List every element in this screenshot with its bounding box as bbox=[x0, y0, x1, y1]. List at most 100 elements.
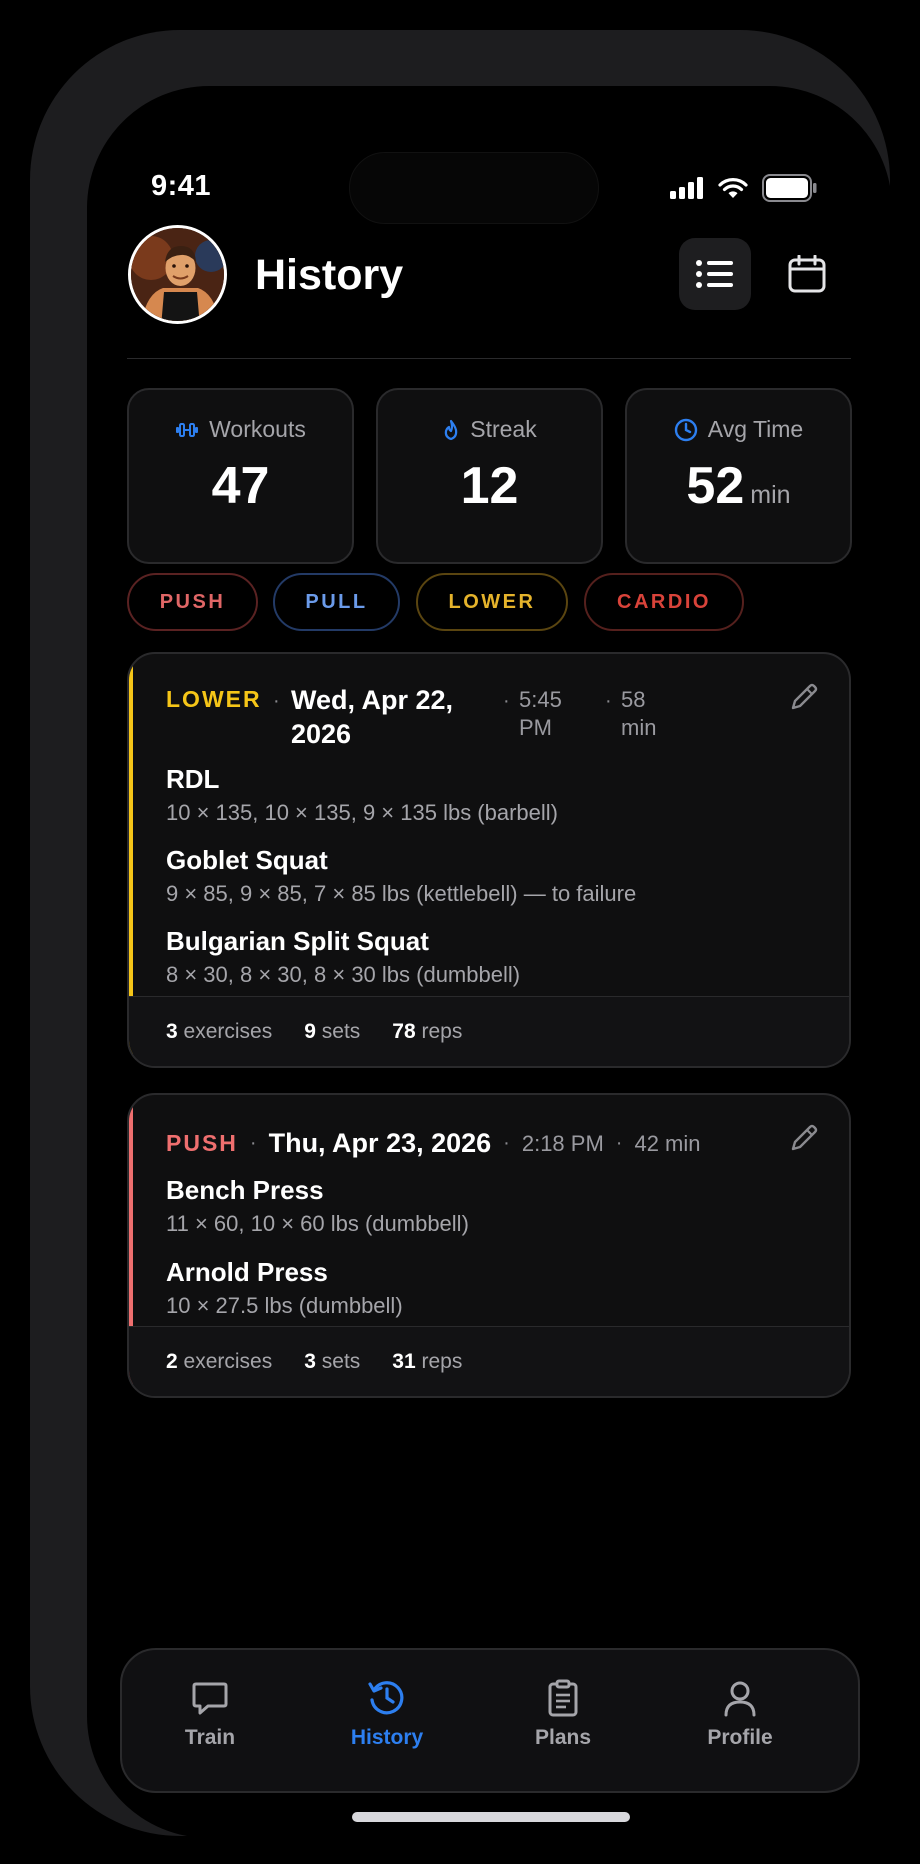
header-divider bbox=[127, 358, 851, 359]
separator-dot: · bbox=[605, 690, 612, 712]
filter-chip-pull[interactable]: PULL bbox=[273, 573, 400, 631]
separator-dot: · bbox=[503, 1132, 510, 1154]
workout-duration-line: min bbox=[621, 715, 657, 740]
stat-card-streak: Streak 12 bbox=[376, 388, 603, 564]
workout-duration: 42 min bbox=[634, 1130, 701, 1156]
summary-count: 3 bbox=[166, 1019, 178, 1043]
summary-count: 2 bbox=[166, 1349, 178, 1373]
filter-chip-lower[interactable]: LOWER bbox=[416, 573, 568, 631]
filter-chip-cardio[interactable]: CARDIO bbox=[584, 573, 744, 631]
stat-label: Avg Time bbox=[707, 416, 804, 442]
separator-dot: · bbox=[273, 690, 280, 712]
summary-label: reps bbox=[421, 1349, 463, 1373]
workout-tag: LOWER bbox=[166, 686, 262, 713]
stat-value: 12 bbox=[460, 457, 519, 515]
summary-count: 9 bbox=[304, 1019, 316, 1043]
summary-reps: 78 reps bbox=[392, 1020, 462, 1044]
dumbbell-icon bbox=[176, 422, 199, 437]
separator-dot: · bbox=[615, 1132, 623, 1154]
exercise-name: RDL bbox=[166, 764, 220, 794]
stat-card-avg-time: Avg Time 52 min bbox=[625, 388, 852, 564]
pencil-icon bbox=[791, 1124, 818, 1151]
separator-dot: · bbox=[249, 1132, 257, 1154]
summary-label: exercises bbox=[183, 1349, 273, 1373]
workout-date-line: 2026 bbox=[291, 719, 352, 749]
stat-label: Workouts bbox=[209, 416, 306, 442]
home-indicator bbox=[352, 1812, 630, 1822]
workout-summary: 2 exercises 3 sets 31 reps bbox=[129, 1326, 849, 1396]
tab-label: Plans bbox=[534, 1726, 592, 1749]
list-view-button[interactable] bbox=[679, 238, 751, 310]
exercise-detail: 10 × 27.5 lbs (dumbbell) bbox=[166, 1293, 403, 1318]
workout-tag-label: LOWER bbox=[166, 686, 262, 712]
exercise-name: Bulgarian Split Squat bbox=[166, 926, 429, 956]
filter-chip-push[interactable]: PUSH bbox=[127, 573, 258, 631]
workout-time: 2:18 PM bbox=[521, 1130, 604, 1156]
tab-bar: Train History Plans Profile bbox=[120, 1648, 860, 1793]
workout-card[interactable]: LOWER · Wed, Apr 22, 2026 · 5:45 PM · 58… bbox=[127, 652, 851, 1068]
chat-icon bbox=[192, 1682, 228, 1715]
workout-time-line: 5:45 bbox=[519, 687, 562, 712]
calendar-icon bbox=[788, 255, 826, 293]
workout-date: Thu, Apr 23, 2026 bbox=[268, 1128, 492, 1158]
stat-value: 47 bbox=[211, 457, 270, 515]
workout-tag-label: PUSH bbox=[166, 1130, 238, 1156]
list-icon bbox=[696, 260, 733, 288]
workout-duration: 58 min bbox=[621, 686, 656, 742]
tab-profile[interactable]: Profile bbox=[665, 1678, 815, 1750]
separator-dot: · bbox=[503, 690, 510, 712]
clock-icon bbox=[674, 418, 697, 441]
summary-label: reps bbox=[421, 1019, 463, 1043]
exercise-detail: 8 × 30, 8 × 30, 8 × 30 lbs (dumbbell) bbox=[166, 962, 521, 987]
exercise-detail: 9 × 85, 9 × 85, 7 × 85 lbs (kettlebell) … bbox=[166, 881, 637, 906]
tab-label: Train bbox=[184, 1726, 236, 1749]
edit-workout-button[interactable] bbox=[787, 680, 821, 714]
dynamic-island bbox=[349, 152, 599, 224]
stat-card-workouts: Workouts 47 bbox=[127, 388, 354, 564]
summary-count: 31 bbox=[392, 1349, 416, 1373]
edit-workout-button[interactable] bbox=[787, 1121, 821, 1155]
tab-train[interactable]: Train bbox=[135, 1678, 285, 1750]
person-icon bbox=[724, 1681, 756, 1717]
summary-exercises: 3 exercises bbox=[166, 1020, 272, 1044]
status-time: 9:41 bbox=[151, 170, 212, 202]
exercise-detail: 11 × 60, 10 × 60 lbs (dumbbell) bbox=[166, 1211, 469, 1236]
flame-icon bbox=[445, 419, 458, 440]
summary-label: exercises bbox=[183, 1019, 273, 1043]
summary-label: sets bbox=[321, 1349, 361, 1373]
status-icons bbox=[670, 174, 818, 202]
calendar-view-button[interactable] bbox=[771, 238, 843, 310]
battery-icon bbox=[762, 174, 817, 202]
pencil-icon bbox=[791, 683, 818, 710]
wifi-icon bbox=[718, 178, 748, 198]
workout-summary: 3 exercises 9 sets 78 reps bbox=[129, 996, 849, 1066]
workout-header: PUSH · Thu, Apr 23, 2026 · 2:18 PM · 42 … bbox=[166, 1128, 701, 1159]
tab-label: History bbox=[350, 1726, 424, 1749]
workout-date: Wed, Apr 22, 2026 bbox=[291, 683, 453, 751]
workout-time-line: PM bbox=[519, 715, 552, 740]
page-title: History bbox=[255, 251, 404, 299]
tab-history[interactable]: History bbox=[312, 1678, 462, 1750]
cellular-signal-icon bbox=[670, 177, 703, 199]
summary-label: sets bbox=[321, 1019, 361, 1043]
stat-label: Streak bbox=[470, 416, 537, 442]
workout-card[interactable]: PUSH · Thu, Apr 23, 2026 · 2:18 PM · 42 … bbox=[127, 1093, 851, 1398]
summary-sets: 3 sets bbox=[304, 1350, 360, 1374]
stat-unit: min bbox=[750, 481, 791, 509]
exercise-name: Arnold Press bbox=[166, 1257, 328, 1287]
summary-sets: 9 sets bbox=[304, 1020, 360, 1044]
tab-label: Profile bbox=[707, 1726, 773, 1749]
exercise-name: Bench Press bbox=[166, 1175, 324, 1205]
stat-value: 52 bbox=[686, 457, 745, 515]
exercise-name: Goblet Squat bbox=[166, 845, 328, 875]
avatar[interactable] bbox=[128, 225, 227, 324]
exercise-detail: 10 × 135, 10 × 135, 9 × 135 lbs (barbell… bbox=[166, 800, 559, 825]
workout-time: 5:45 PM bbox=[519, 686, 562, 742]
clipboard-icon bbox=[548, 1679, 578, 1717]
screen: 9:41 History Workouts 47 Streak 12 Avg T… bbox=[87, 86, 892, 1838]
phone-frame: 9:41 History Workouts 47 Streak 12 Avg T… bbox=[30, 30, 892, 1838]
summary-count: 78 bbox=[392, 1019, 416, 1043]
avatar-illustration bbox=[131, 228, 224, 321]
tab-plans[interactable]: Plans bbox=[488, 1678, 638, 1750]
workout-duration-line: 58 bbox=[621, 687, 646, 712]
